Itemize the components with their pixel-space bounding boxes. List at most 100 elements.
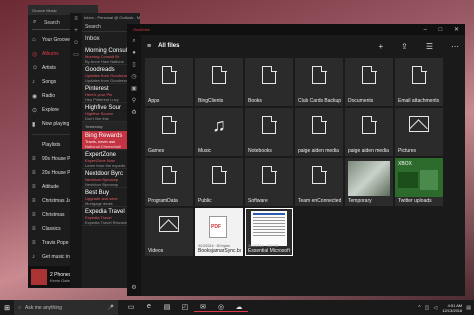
folder-icon bbox=[312, 165, 327, 184]
file-tile[interactable]: paige aiden media bbox=[345, 108, 393, 156]
file-tile[interactable]: BingClients bbox=[195, 58, 243, 106]
file-name: Apps bbox=[148, 98, 160, 104]
notification-icon[interactable]: ▤ bbox=[466, 305, 471, 311]
file-tile[interactable]: ProgramData bbox=[145, 158, 193, 206]
cortana-search[interactable]: ○ Ask me anything 🎤 bbox=[14, 300, 118, 315]
close-icon[interactable]: ✕ bbox=[454, 27, 459, 33]
hamburger-icon[interactable]: ≡ bbox=[70, 13, 82, 25]
groove-nav-label: Christmas bbox=[42, 212, 65, 218]
mail-taskbar-icon[interactable]: ✉ bbox=[194, 303, 212, 312]
folder-icon bbox=[362, 115, 377, 134]
file-tile[interactable]: Pictures bbox=[395, 108, 443, 156]
file-tile[interactable]: Documents bbox=[345, 58, 393, 106]
search-icon[interactable]: ⌕ bbox=[127, 35, 141, 47]
hamburger-icon[interactable]: ≡ bbox=[147, 43, 151, 50]
task-view-icon[interactable]: ▭ bbox=[122, 303, 140, 312]
onedrive-taskbar-icon[interactable]: ☁ bbox=[230, 303, 248, 312]
file-tile[interactable]: 3/13/2016 · 300 KBEssential Microsoft Sc bbox=[245, 208, 293, 256]
groove-nav-label: 90s House P bbox=[42, 156, 71, 162]
groove-nav-label: Classics bbox=[42, 226, 61, 232]
home-icon: ⌂ bbox=[32, 37, 36, 43]
file-name: Notebooks bbox=[248, 148, 272, 154]
select-icon[interactable]: ☰ bbox=[426, 42, 433, 51]
folder-icon bbox=[412, 65, 427, 84]
file-name: Team enConnected bbox=[298, 198, 341, 204]
explorer-icon[interactable]: ▤ bbox=[158, 303, 176, 312]
network-icon[interactable]: ◫ bbox=[425, 305, 430, 311]
clock[interactable]: 4:51 AM 12/13/2016 bbox=[442, 303, 462, 313]
groove-nav-label: Songs bbox=[42, 79, 57, 85]
shared-icon[interactable]: ⚲ bbox=[127, 95, 141, 107]
file-name: BingClients bbox=[198, 98, 224, 104]
groove-nav-label: Playlists bbox=[42, 142, 61, 148]
store-icon: ♪ bbox=[32, 254, 35, 260]
store-icon[interactable]: ◰ bbox=[176, 303, 194, 312]
playlist-icon: ≡ bbox=[32, 170, 36, 176]
file-tile[interactable]: 3/13/2016 · 80 bytesBooksjamarSync.bsp bbox=[195, 208, 243, 256]
avatar-icon[interactable]: ● bbox=[127, 47, 141, 59]
file-tile[interactable]: Public bbox=[195, 158, 243, 206]
file-tile[interactable]: ♫ Music bbox=[195, 108, 243, 156]
maximize-icon[interactable]: □ bbox=[439, 27, 443, 33]
folder-icon bbox=[162, 165, 177, 184]
search-label: Search bbox=[44, 20, 60, 26]
microphone-icon[interactable]: 🎤 bbox=[108, 305, 114, 311]
image-folder-icon bbox=[159, 216, 179, 232]
groove-nav-label: Travis Pope bbox=[42, 240, 69, 246]
chevron-up-icon[interactable]: ^ bbox=[418, 305, 420, 311]
cortana-icon: ○ bbox=[18, 304, 22, 311]
folder-icon bbox=[212, 165, 227, 184]
onedrive-titlebar: OneDrive – □ ✕ bbox=[127, 24, 465, 35]
file-tile[interactable]: Videos bbox=[145, 208, 193, 256]
minimize-icon[interactable]: – bbox=[424, 27, 427, 33]
clock-date: 12/13/2016 bbox=[442, 307, 463, 313]
add-icon[interactable]: + bbox=[378, 42, 383, 51]
groove-taskbar-icon[interactable]: ◎ bbox=[212, 303, 230, 312]
folder-icon bbox=[362, 65, 377, 84]
mail-title: Inbox - Personal @ Outlook - Mail bbox=[84, 15, 140, 20]
album-art bbox=[31, 269, 47, 285]
file-tile[interactable]: Email attachments bbox=[395, 58, 443, 106]
file-tile[interactable]: Notebooks bbox=[245, 108, 293, 156]
volume-icon[interactable]: ◁ bbox=[433, 305, 437, 311]
groove-nav-label: Albums bbox=[42, 51, 59, 57]
photo-thumbnail bbox=[348, 161, 390, 196]
file-tile[interactable]: paige aiden media bbox=[295, 108, 343, 156]
folder-icon bbox=[162, 115, 177, 134]
xbox-logo: XBOX bbox=[398, 161, 412, 167]
app-title: OneDrive bbox=[133, 27, 150, 32]
photos-icon[interactable]: ▣ bbox=[127, 83, 141, 95]
playlist-icon: ≡ bbox=[32, 240, 36, 246]
compose-icon[interactable]: + bbox=[70, 25, 82, 37]
file-tile[interactable]: XBOX Twitter uploads bbox=[395, 158, 443, 206]
track-artist: Kevin Gates bbox=[50, 277, 72, 283]
file-tile[interactable]: Temporary bbox=[345, 158, 393, 206]
more-icon[interactable]: ⋯ bbox=[451, 42, 459, 51]
windows-start-icon[interactable]: ⊞ bbox=[0, 304, 14, 312]
folder-icon bbox=[312, 115, 327, 134]
file-tile[interactable]: Club Cards Backup bbox=[295, 58, 343, 106]
recycle-icon[interactable]: ♻ bbox=[127, 107, 141, 119]
playing-icon: ▮ bbox=[32, 121, 36, 128]
file-tile[interactable]: Software bbox=[245, 158, 293, 206]
groove-nav-label: Explore bbox=[42, 107, 59, 113]
file-tile[interactable]: Team enConnected bbox=[295, 158, 343, 206]
note-icon: ♪ bbox=[32, 79, 35, 85]
track-title: 2 Phones bbox=[50, 271, 72, 278]
files-icon[interactable]: ▯ bbox=[127, 59, 141, 71]
settings-icon[interactable]: ⚙ bbox=[127, 282, 141, 294]
groove-nav-label: Radio bbox=[42, 93, 56, 99]
account-icon[interactable]: ☺ bbox=[70, 37, 82, 49]
groove-nav-label: Get music in bbox=[42, 254, 70, 260]
edge-icon[interactable]: e bbox=[140, 303, 158, 312]
upload-icon[interactable]: ⇪ bbox=[401, 42, 408, 51]
folder-icon[interactable]: ▭ bbox=[70, 49, 82, 61]
file-tile[interactable]: Books bbox=[245, 58, 293, 106]
file-tile[interactable]: Games bbox=[145, 108, 193, 156]
recent-icon[interactable]: ◷ bbox=[127, 71, 141, 83]
file-name: Temporary bbox=[348, 198, 372, 204]
file-name: Essential Microsoft Sc bbox=[248, 248, 291, 254]
file-tile[interactable]: Apps bbox=[145, 58, 193, 106]
file-name: ProgramData bbox=[148, 198, 178, 204]
playlist-icon: ≡ bbox=[32, 198, 36, 204]
